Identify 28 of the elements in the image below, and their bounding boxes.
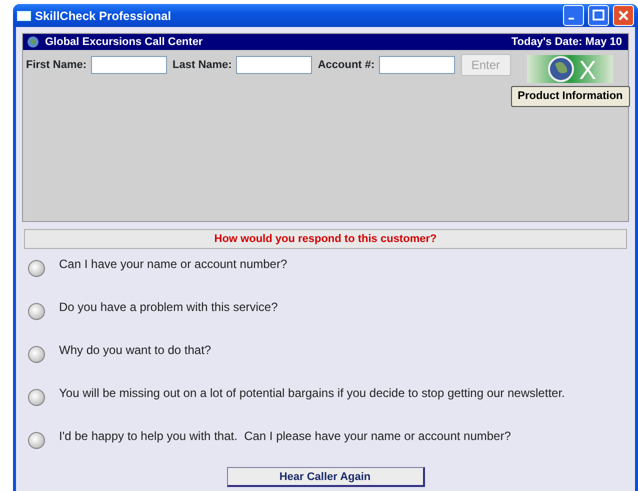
product-information-button[interactable]: Product Information xyxy=(510,86,630,106)
hear-caller-again-button[interactable]: Hear Caller Again xyxy=(226,467,424,487)
answer-option[interactable]: Can I have your name or account number? xyxy=(59,255,288,273)
answer-option[interactable]: Do you have a problem with this service? xyxy=(59,298,278,316)
window-icon xyxy=(17,10,31,20)
field-label: Last Name: xyxy=(172,58,232,73)
maximize-button[interactable] xyxy=(588,5,609,26)
radio-button[interactable] xyxy=(28,432,45,449)
minimize-button[interactable] xyxy=(563,5,584,26)
text-field[interactable] xyxy=(236,56,312,74)
radio-button[interactable] xyxy=(28,346,45,363)
answer-option[interactable]: You will be missing out on a lot of potential bargains if you decide to stop getting our newsletter. xyxy=(59,384,565,402)
date-label: Today's Date: May 10 xyxy=(511,34,622,50)
text-field[interactable] xyxy=(90,56,167,74)
answer-option[interactable]: I'd be happy to help you with that. Can I please have your name or account number? xyxy=(59,427,511,445)
globe-icon xyxy=(27,36,39,48)
logo: X xyxy=(527,55,614,83)
field-label: First Name: xyxy=(26,58,87,73)
text-field[interactable] xyxy=(378,56,455,74)
window-title: SkillCheck Professional xyxy=(35,8,172,24)
close-button[interactable] xyxy=(613,5,634,26)
answer-option[interactable]: Why do you want to do that? xyxy=(59,341,212,359)
radio-button[interactable] xyxy=(28,389,45,406)
header-title: Global Excursions Call Center xyxy=(45,34,203,50)
question-text: How would you respond to this customer? xyxy=(24,229,627,249)
radio-button[interactable] xyxy=(28,260,45,277)
radio-button[interactable] xyxy=(28,303,45,320)
field-label: Account #: xyxy=(318,58,375,73)
